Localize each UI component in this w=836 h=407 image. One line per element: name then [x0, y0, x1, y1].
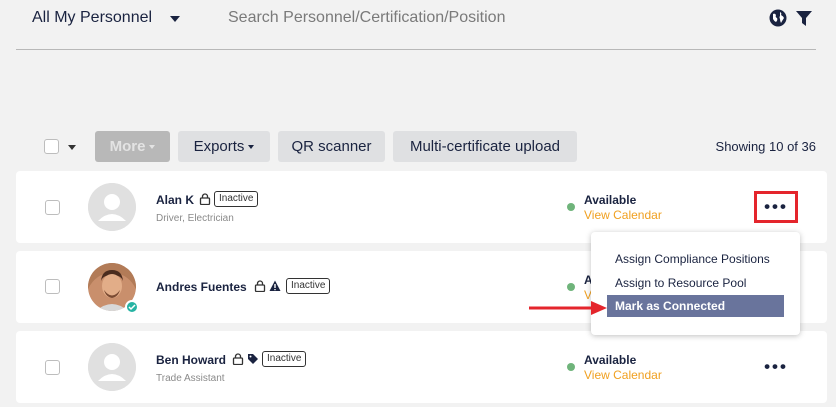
- chevron-down-icon[interactable]: [170, 16, 180, 22]
- globe-icon[interactable]: [769, 9, 787, 27]
- lock-icon: [232, 353, 244, 365]
- more-button[interactable]: More: [95, 131, 170, 162]
- personnel-name[interactable]: Andres Fuentes: [156, 280, 247, 294]
- more-options-icon[interactable]: •••: [754, 191, 798, 223]
- avatar: [88, 343, 136, 391]
- more-options-icon[interactable]: •••: [754, 351, 798, 383]
- status-badge: Inactive: [286, 278, 331, 294]
- context-menu: Assign Compliance Positions Assign to Re…: [591, 232, 800, 335]
- row-checkbox[interactable]: [45, 200, 60, 215]
- chevron-down-icon: [248, 144, 255, 149]
- view-calendar-link[interactable]: View Calendar: [584, 368, 662, 382]
- warning-icon: [269, 280, 281, 291]
- verified-icon: [125, 300, 139, 314]
- personnel-scope-selector[interactable]: All My Personnel: [32, 9, 152, 27]
- chevron-down-icon: [149, 144, 156, 149]
- menu-item-assign-to-resource-pool[interactable]: Assign to Resource Pool: [607, 272, 746, 294]
- menu-item-assign-compliance-positions[interactable]: Assign Compliance Positions: [607, 248, 770, 270]
- menu-item-mark-as-connected[interactable]: Mark as Connected: [607, 295, 784, 317]
- personnel-name[interactable]: Ben Howard: [156, 353, 226, 367]
- status-badge: Inactive: [262, 351, 307, 367]
- exports-button-label: Exports: [193, 138, 245, 155]
- personnel-positions: Driver, Electrician: [156, 213, 234, 224]
- status-dot: [567, 203, 575, 211]
- lock-icon: [199, 193, 211, 205]
- more-button-label: More: [109, 138, 146, 155]
- select-all-dropdown-icon[interactable]: [68, 145, 76, 150]
- personnel-positions: Trade Assistant: [156, 373, 225, 384]
- status-dot: [567, 283, 575, 291]
- filter-icon[interactable]: [796, 11, 812, 26]
- exports-button[interactable]: Exports: [178, 131, 270, 162]
- availability-status: Available: [584, 353, 637, 367]
- status-dot: [567, 363, 575, 371]
- personnel-card[interactable]: Ben Howard Inactive Trade Assistant Avai…: [16, 331, 827, 403]
- row-checkbox[interactable]: [45, 279, 60, 294]
- search-input[interactable]: Search Personnel/Certification/Position: [228, 9, 505, 27]
- row-checkbox[interactable]: [45, 360, 60, 375]
- annotation-arrow-icon: [529, 301, 607, 315]
- personnel-name[interactable]: Alan K: [156, 193, 194, 207]
- qr-scanner-button[interactable]: QR scanner: [278, 131, 385, 162]
- view-calendar-link[interactable]: View Calendar: [584, 208, 662, 222]
- top-bar: All My Personnel Search Personnel/Certif…: [0, 0, 836, 50]
- showing-count: Showing 10 of 36: [715, 139, 816, 154]
- avatar: [88, 183, 136, 231]
- availability-status: Available: [584, 193, 637, 207]
- select-all-checkbox[interactable]: [44, 139, 59, 154]
- status-badge: Inactive: [214, 191, 259, 207]
- multi-certificate-upload-button[interactable]: Multi-certificate upload: [393, 131, 577, 162]
- tag-icon: [248, 354, 258, 364]
- header-divider: [16, 49, 816, 50]
- lock-icon: [254, 280, 266, 292]
